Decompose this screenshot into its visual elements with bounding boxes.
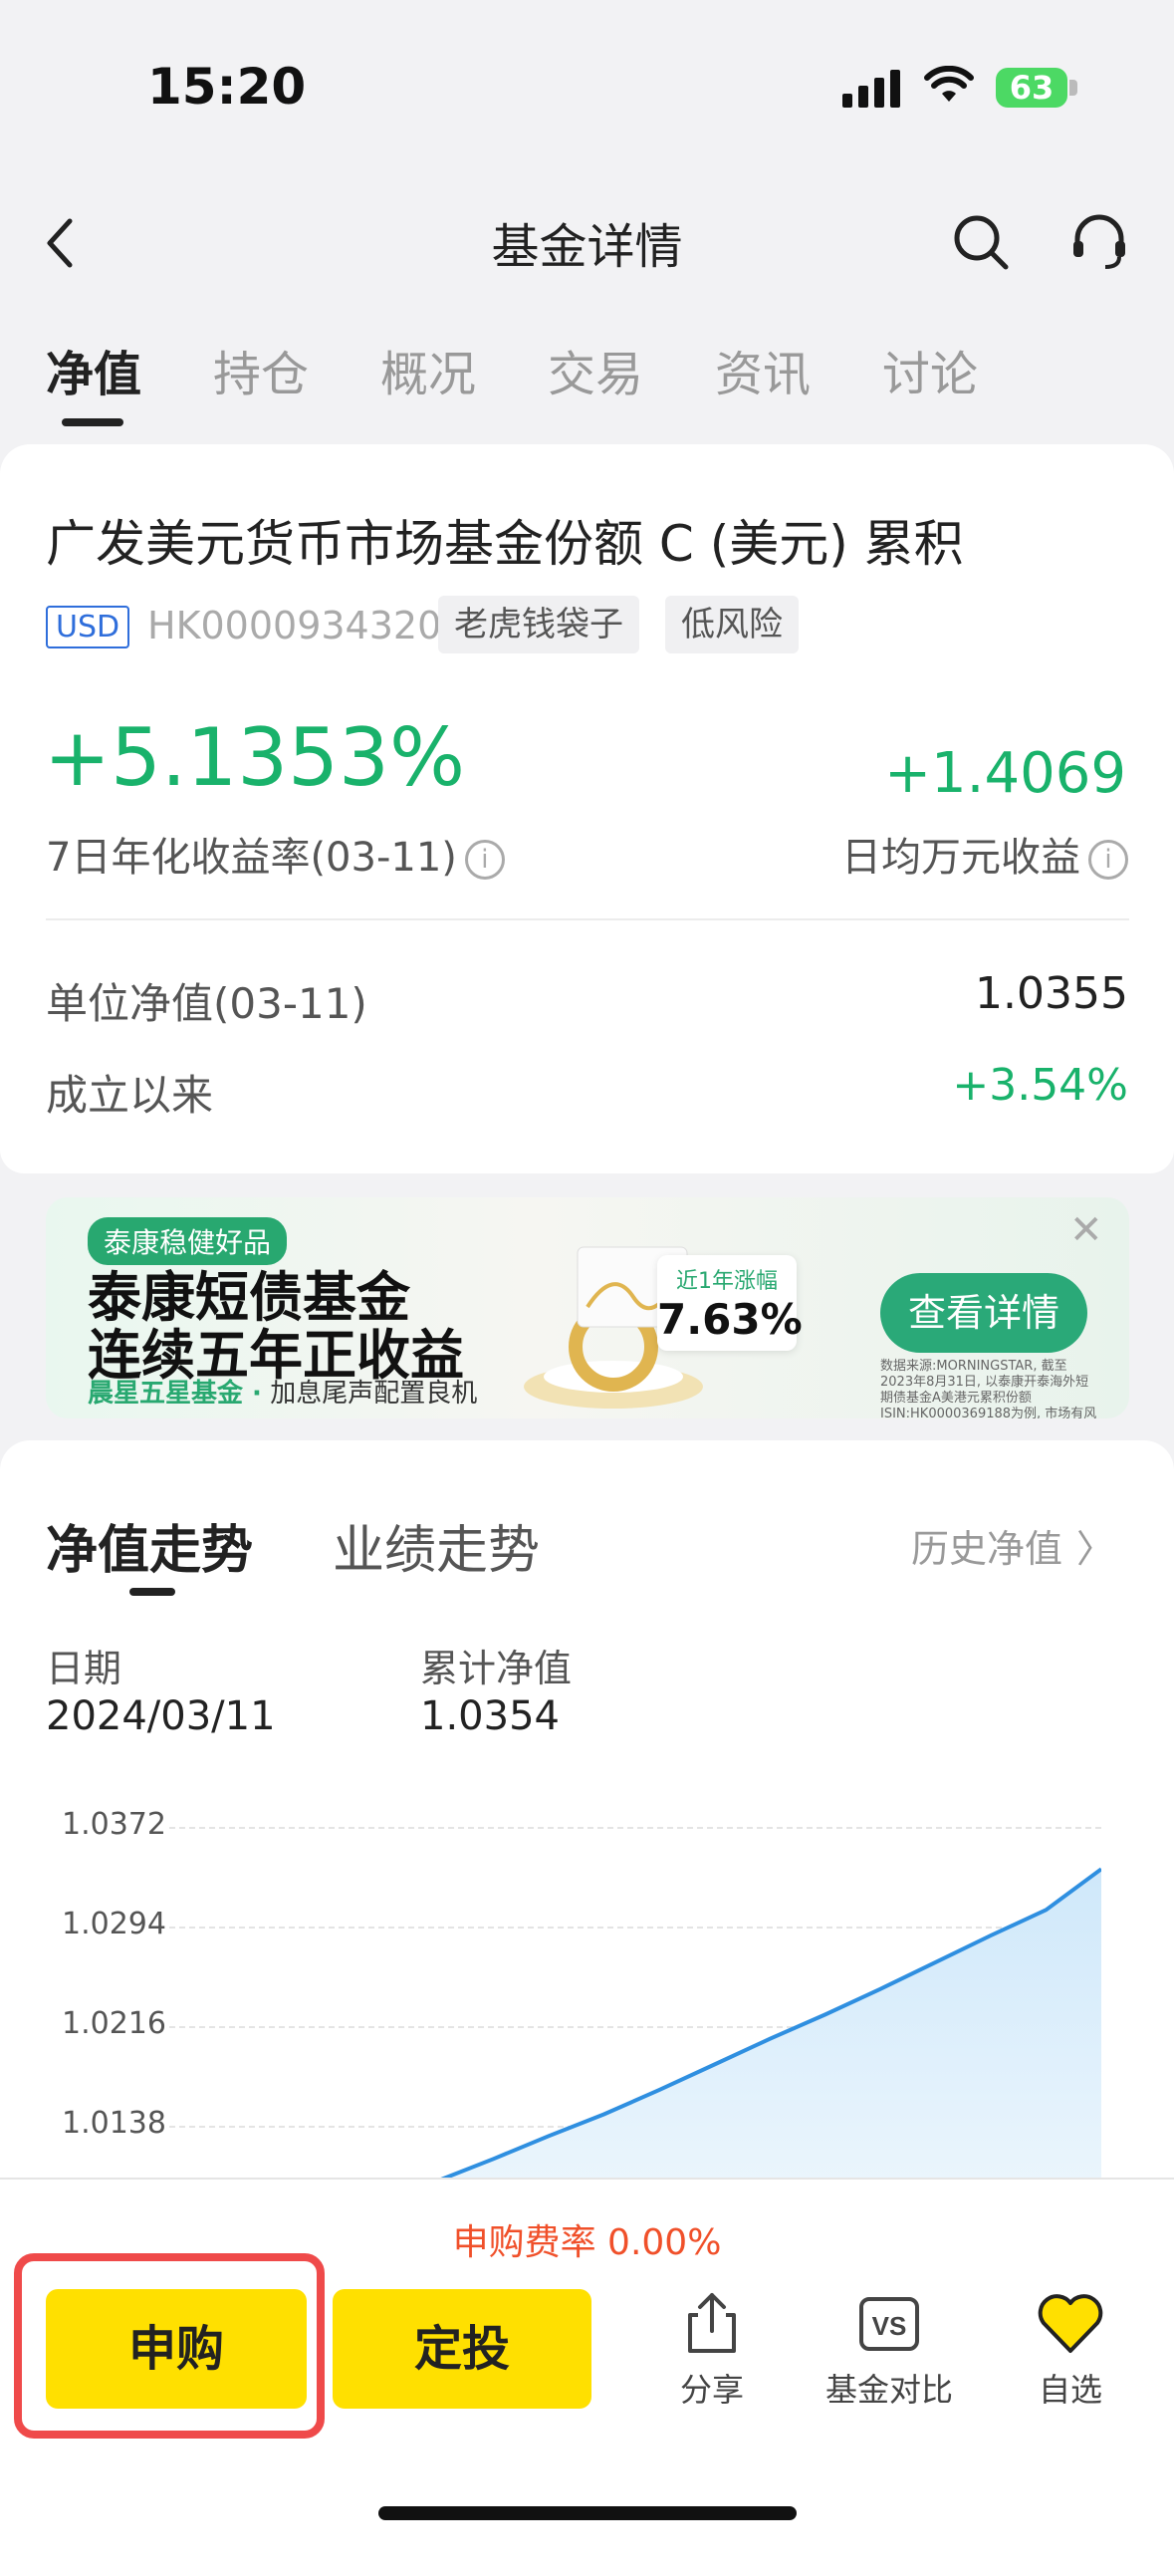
info-icon[interactable]: i [1088, 840, 1128, 880]
history-nav-label: 历史净值 [910, 1527, 1062, 1571]
watchlist-button[interactable]: 自选 [996, 2291, 1145, 2411]
tab-nav-value[interactable]: 净值 [46, 335, 141, 404]
y-tick-label: 1.0294 [62, 1907, 166, 1941]
regular-invest-button[interactable]: 定投 [333, 2289, 591, 2409]
watchlist-label: 自选 [1038, 2371, 1102, 2409]
search-icon[interactable] [952, 213, 1010, 271]
tab-active-indicator [62, 418, 123, 426]
ad-badge-value: 7.63% [657, 1295, 803, 1344]
y-tick-label: 1.0216 [62, 2006, 166, 2041]
divider [46, 918, 1129, 920]
since-inception-label: 成立以来 [46, 1071, 214, 1120]
since-inception-value: +3.54% [952, 1060, 1128, 1111]
share-button[interactable]: 分享 [637, 2291, 787, 2411]
signal-icon [842, 70, 900, 108]
chart-tab-indicator [129, 1588, 175, 1596]
tab-performance-trend[interactable]: 业绩走势 [333, 1508, 540, 1583]
ad-fine-print: 数据来源:MORNINGSTAR, 截至2023年8月31日, 以泰康开泰海外短… [880, 1359, 1097, 1418]
seven-day-yield-label-text: 7日年化收益率(03-11) [46, 835, 457, 881]
daily-income-label-text: 日均万元收益 [841, 835, 1080, 881]
nav-area [445, 1869, 1101, 2178]
battery-tip [1069, 80, 1077, 96]
compare-button[interactable]: VS 基金对比 [815, 2291, 964, 2411]
ad-badge: 近1年涨幅 7.63% [657, 1255, 803, 1351]
date-value: 2024/03/11 [46, 1693, 276, 1739]
unit-nav-value: 1.0355 [975, 968, 1128, 1019]
tab-nav-trend[interactable]: 净值走势 [46, 1508, 253, 1583]
ad-subtitle-text: 加息尾声配置良机 [270, 1379, 478, 1409]
ad-subtitle-green: 晨星五星基金 · [88, 1379, 262, 1409]
seven-day-yield-label: 7日年化收益率(03-11) i [46, 825, 505, 883]
tag-risk: 低风险 [665, 596, 799, 653]
ad-subtitle: 晨星五星基金 · 加息尾声配置良机 [88, 1373, 477, 1410]
seven-day-yield-value: +5.1353% [44, 711, 465, 804]
highlight-box [14, 2253, 325, 2439]
fund-isin: HK0000934320 [147, 604, 442, 647]
share-icon [688, 2293, 736, 2353]
y-tick-label: 1.0138 [62, 2106, 166, 2141]
ad-banner[interactable]: 泰康稳健好品 泰康短债基金 连续五年正收益 晨星五星基金 · 加息尾声配置良机 … [46, 1197, 1129, 1418]
ad-view-details-button[interactable]: 查看详情 [880, 1273, 1087, 1353]
tab-holdings[interactable]: 持仓 [213, 335, 309, 404]
home-indicator [378, 2506, 797, 2520]
fund-name: 广发美元货币市场基金份额 C (美元) 累积 [46, 515, 964, 573]
daily-income-label: 日均万元收益 i [841, 825, 1128, 883]
share-label: 分享 [679, 2371, 744, 2409]
status-time: 15:20 [147, 58, 307, 116]
currency-badge: USD [46, 606, 130, 648]
battery-indicator: 63 [996, 68, 1067, 108]
acc-nav-label: 累计净值 [420, 1647, 573, 1690]
close-icon[interactable]: ✕ [1069, 1207, 1103, 1253]
chevron-right-icon: 〉 [1075, 1527, 1114, 1571]
svg-text:VS: VS [872, 2311, 907, 2341]
heart-icon [1038, 2294, 1103, 2353]
nav-trend-chart[interactable] [169, 1827, 1101, 2178]
daily-income-value: +1.4069 [884, 741, 1126, 806]
tab-overview[interactable]: 概况 [380, 335, 476, 404]
customer-service-icon[interactable] [1069, 211, 1129, 271]
acc-nav-value: 1.0354 [420, 1693, 560, 1739]
tab-discussion[interactable]: 讨论 [882, 335, 978, 404]
wifi-icon [924, 66, 974, 102]
compare-icon: VS [859, 2297, 919, 2351]
tag-product: 老虎钱袋子 [438, 596, 639, 653]
ad-badge-label: 近1年涨幅 [676, 1269, 778, 1294]
date-label: 日期 [46, 1647, 122, 1690]
tab-news[interactable]: 资讯 [715, 335, 811, 404]
compare-label: 基金对比 [824, 2371, 953, 2409]
history-nav-link[interactable]: 历史净值〉 [911, 1518, 1114, 1573]
y-tick-label: 1.0372 [62, 1807, 166, 1842]
tab-trading[interactable]: 交易 [548, 335, 643, 404]
unit-nav-label: 单位净值(03-11) [46, 979, 367, 1028]
info-icon[interactable]: i [464, 840, 505, 880]
